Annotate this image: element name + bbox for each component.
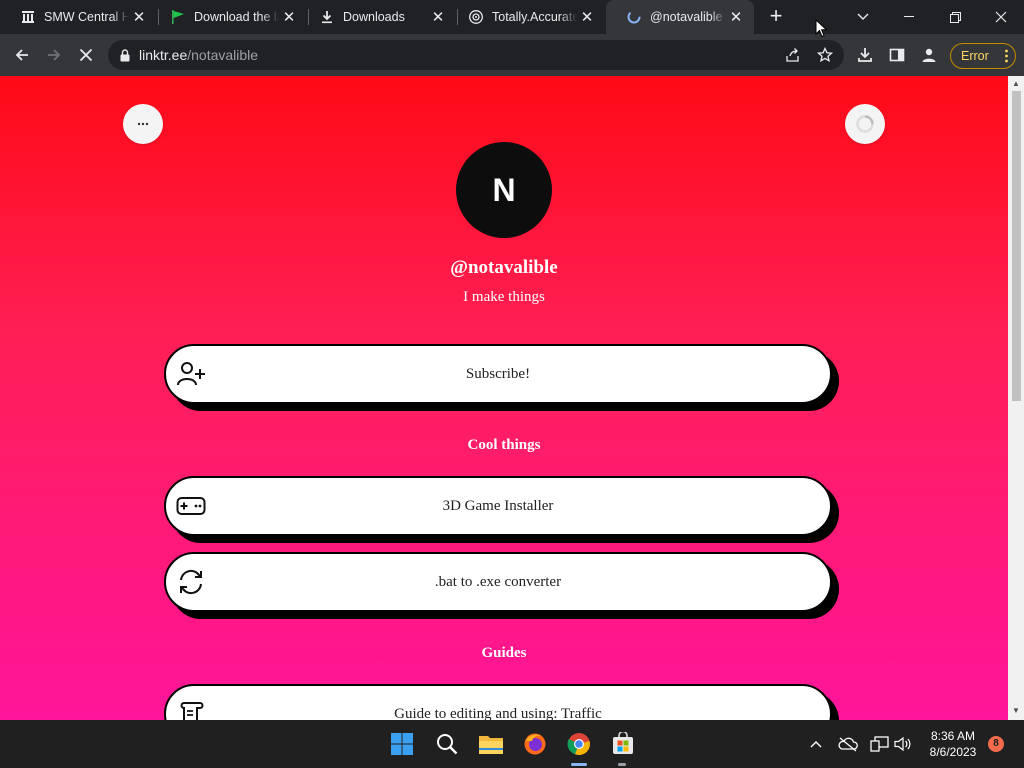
link-3d-game-installer[interactable]: 3D Game Installer [164, 476, 832, 536]
section-heading-guides: Guides [481, 645, 527, 661]
green-flag-icon [170, 9, 186, 25]
side-panel-icon [889, 48, 905, 62]
globe-icon [468, 9, 484, 25]
mouse-cursor-icon [815, 19, 828, 38]
onedrive-offline-icon[interactable] [836, 732, 860, 756]
url-text: linktr.ee/notavalible [139, 47, 258, 63]
stop-loading-button[interactable] [72, 41, 100, 69]
url-host: linktr.ee [139, 47, 188, 63]
link-label: 3D Game Installer [442, 498, 554, 514]
back-button[interactable] [8, 41, 36, 69]
arrow-right-icon [48, 49, 61, 61]
tab-totally-accurate[interactable]: Totally.Accurate ✕ [448, 0, 605, 34]
link-label: Subscribe! [465, 366, 531, 382]
system-clock[interactable]: 8:36 AM 8/6/2023 [920, 728, 986, 760]
more-horizontal-icon [137, 122, 149, 126]
share-icon [786, 48, 799, 62]
download-icon [319, 9, 335, 25]
share-profile-button[interactable] [845, 104, 885, 144]
link-guide-traffic[interactable]: Guide to editing and using: Traffic [164, 684, 832, 720]
link-subscribe[interactable]: Subscribe! [164, 344, 832, 404]
scrollbar-thumb[interactable] [1012, 91, 1021, 401]
file-explorer-icon[interactable] [475, 728, 507, 760]
forward-button[interactable] [40, 41, 68, 69]
minimize-button[interactable] [886, 0, 932, 34]
show-hidden-icons-chevron-up-icon[interactable] [804, 732, 828, 756]
search-icon[interactable] [431, 728, 463, 760]
profile-handle: @notavalible [450, 257, 558, 278]
lock-icon[interactable] [120, 48, 130, 62]
more-vertical-icon [1005, 49, 1008, 63]
profile-bio: I make things [463, 289, 545, 305]
page-scrollbar[interactable]: ▲ ▼ [1008, 76, 1024, 720]
taskbar: 8:36 AM 8/6/2023 [0, 720, 1024, 768]
tab-title: Totally.Accurate [492, 10, 577, 24]
tab-download[interactable]: Download the la ✕ [150, 0, 307, 34]
close-tab-icon[interactable]: ✕ [428, 7, 448, 27]
tab-notavalible[interactable]: @notavalible | L ✕ [606, 0, 754, 34]
more-options-button[interactable] [123, 104, 163, 144]
loading-spinner-icon [856, 115, 874, 133]
close-icon [995, 11, 1007, 23]
error-menu-button[interactable]: Error [950, 43, 1016, 69]
close-window-button[interactable] [978, 0, 1024, 34]
arrow-left-icon [15, 49, 28, 61]
volume-icon[interactable] [891, 732, 915, 756]
share-button[interactable] [779, 41, 807, 69]
chrome-icon[interactable] [563, 728, 595, 760]
restore-icon [949, 11, 961, 23]
url-path: /notavalible [187, 47, 259, 63]
notification-badge[interactable]: 8 [988, 736, 1004, 752]
tab-title: Download the la [194, 10, 279, 24]
minimize-icon [904, 16, 914, 17]
tab-title: SMW Central Ha [44, 10, 129, 24]
tab-downloads[interactable]: Downloads ✕ [299, 0, 456, 34]
running-app-indicator [618, 763, 626, 766]
new-tab-button[interactable]: + [764, 5, 788, 29]
tab-title: @notavalible | L [650, 10, 726, 24]
clock-time: 8:36 AM [930, 729, 976, 743]
active-app-indicator [571, 763, 587, 766]
star-icon [817, 47, 833, 63]
smwcentral-icon [20, 9, 36, 25]
close-tab-icon[interactable]: ✕ [726, 7, 746, 27]
error-label: Error [961, 49, 989, 63]
bookmark-button[interactable] [811, 41, 839, 69]
network-icon[interactable] [868, 732, 892, 756]
linktree-icon [626, 9, 642, 25]
scroll-down-arrow-icon[interactable]: ▼ [1012, 707, 1020, 715]
browser-toolbar: linktr.ee/notavalible Error [0, 34, 1024, 76]
download-icon [858, 48, 872, 62]
page-content: N @notavalible I make things Subscribe! … [0, 76, 1008, 720]
chevron-down-icon [857, 13, 869, 20]
link-label: Guide to editing and using: Traffic [394, 706, 602, 720]
firefox-icon[interactable] [519, 728, 551, 760]
close-tab-icon[interactable]: ✕ [577, 7, 597, 27]
avatar: N [456, 142, 552, 238]
close-tab-icon[interactable]: ✕ [279, 7, 299, 27]
link-label: .bat to .exe converter [434, 574, 562, 590]
address-bar[interactable]: linktr.ee/notavalible [108, 40, 844, 70]
section-heading-cool-things: Cool things [467, 437, 541, 453]
restore-button[interactable] [932, 0, 978, 34]
tab-strip: SMW Central Ha ✕ Download the la ✕ Downl… [0, 0, 1024, 34]
profile-button[interactable] [915, 41, 943, 69]
person-icon [922, 48, 936, 62]
close-icon [79, 48, 93, 62]
tab-smwcentral[interactable]: SMW Central Ha ✕ [0, 0, 157, 34]
microsoft-store-icon[interactable] [607, 728, 639, 760]
downloads-button[interactable] [851, 41, 879, 69]
close-tab-icon[interactable]: ✕ [129, 7, 149, 27]
tab-title: Downloads [343, 10, 405, 24]
link-bat-to-exe-converter[interactable]: .bat to .exe converter [164, 552, 832, 612]
scroll-up-arrow-icon[interactable]: ▲ [1012, 80, 1020, 88]
side-panel-button[interactable] [883, 41, 911, 69]
windows-start-icon[interactable] [386, 728, 418, 760]
tab-search-button[interactable] [840, 0, 886, 34]
clock-date: 8/6/2023 [929, 745, 977, 759]
